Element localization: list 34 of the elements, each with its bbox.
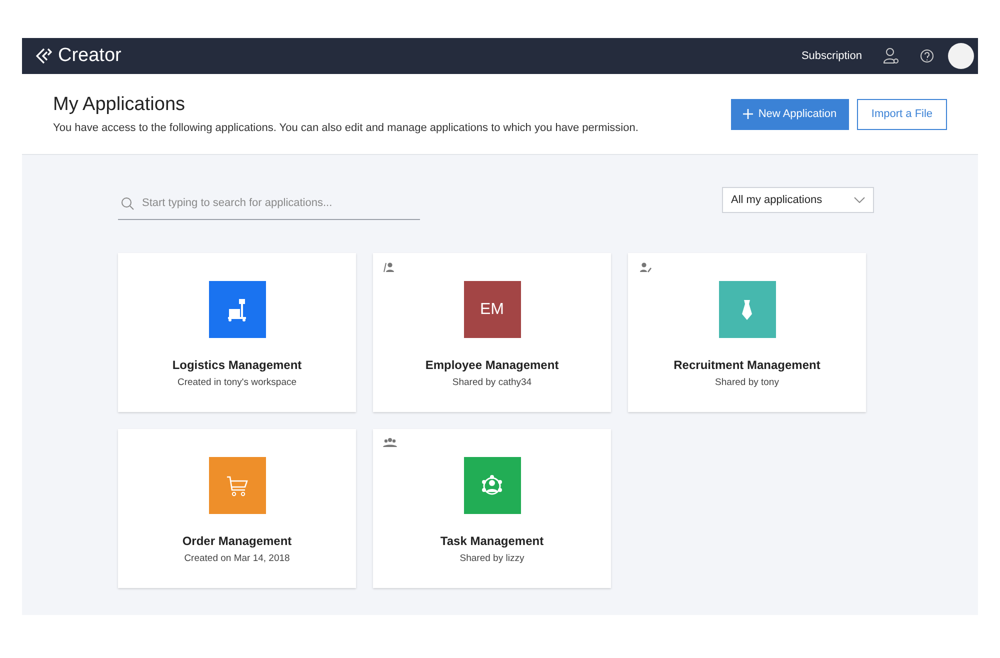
import-file-button[interactable]: Import a File bbox=[857, 98, 947, 130]
app-name: Recruitment Management bbox=[674, 358, 820, 372]
avatar[interactable] bbox=[948, 43, 974, 69]
page-title: My Applications bbox=[53, 94, 186, 116]
user-settings-icon[interactable] bbox=[882, 47, 900, 65]
app-card[interactable]: Recruitment Management Shared by tony bbox=[628, 253, 866, 412]
app-name: Logistics Management bbox=[172, 358, 302, 372]
user-edit-icon bbox=[638, 261, 652, 273]
app-meta: Shared by lizzy bbox=[460, 553, 524, 564]
help-icon[interactable] bbox=[920, 49, 934, 63]
app-card[interactable]: Order Management Created on Mar 14, 2018 bbox=[118, 429, 356, 588]
group-icon bbox=[383, 437, 397, 448]
plus-icon bbox=[743, 109, 754, 119]
app-meta: Created on Mar 14, 2018 bbox=[184, 553, 290, 564]
page-subtitle: You have access to the following applications. You can also edit and manage applications to which you have permission. bbox=[53, 122, 640, 134]
app-card[interactable]: Task Management Shared by lizzy bbox=[373, 429, 611, 588]
logo-icon bbox=[36, 48, 52, 64]
search-icon bbox=[121, 196, 134, 210]
search-field[interactable]: Start typing to search for applications... bbox=[140, 196, 420, 210]
app-name: Order Management bbox=[182, 534, 292, 548]
new-application-button[interactable]: New Application bbox=[731, 98, 849, 130]
filter-dropdown[interactable]: All my applications bbox=[722, 187, 874, 213]
app-card[interactable]: EM Employee Management Shared by cathy34 bbox=[373, 253, 611, 412]
app-meta: Shared by cathy34 bbox=[452, 377, 532, 388]
user-icon bbox=[383, 261, 395, 273]
app-initials: EM bbox=[480, 300, 504, 318]
app-meta: Created in tony's workspace bbox=[177, 377, 297, 388]
chevron-down-icon bbox=[854, 197, 865, 203]
subscription-link[interactable]: Subscription bbox=[801, 50, 862, 62]
app-card[interactable]: Logistics Management Created in tony's workspace bbox=[118, 253, 356, 412]
app-name: Employee Management bbox=[425, 358, 559, 372]
brand-name: Creator bbox=[58, 45, 122, 67]
app-name: Task Management bbox=[440, 534, 544, 548]
app-meta: Shared by tony bbox=[715, 377, 779, 388]
